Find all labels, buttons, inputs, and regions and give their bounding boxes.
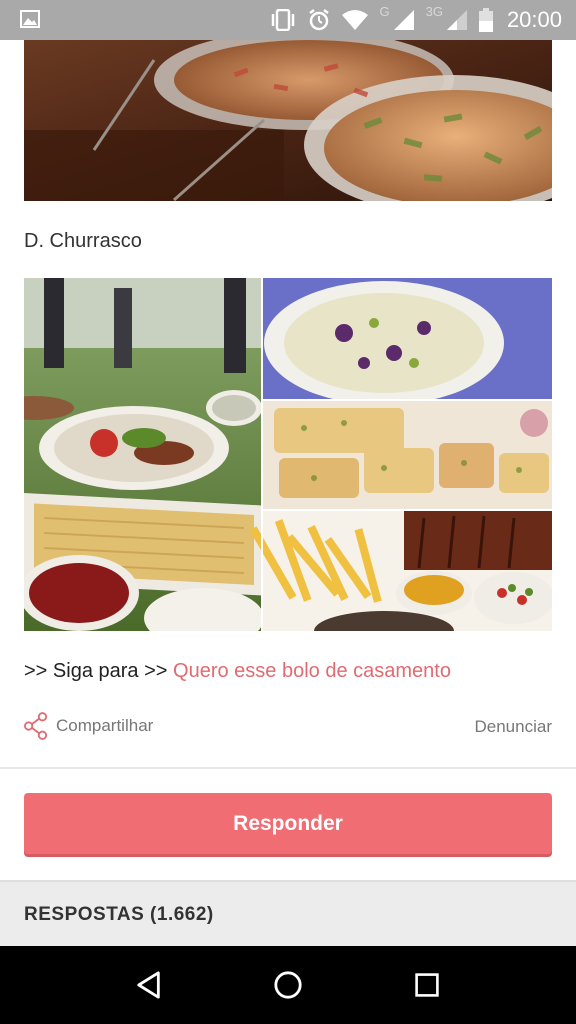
reply-button[interactable]: Responder — [24, 793, 552, 854]
churrasco-collage-graphic — [24, 278, 552, 631]
network-type-label-secondary: 3G — [425, 3, 443, 19]
status-clock: 20:00 — [506, 7, 562, 32]
home-icon — [274, 971, 302, 999]
divider — [0, 767, 576, 769]
image-icon — [20, 10, 40, 28]
share-icon — [24, 712, 48, 740]
follow-link[interactable]: Quero esse bolo de casamento — [173, 660, 451, 682]
replies-count-title: RESPOSTAS (1.662) — [24, 904, 214, 925]
vibrate-icon — [272, 9, 295, 31]
section-title: D. Churrasco — [24, 230, 142, 252]
post-photo-churrasco-collage[interactable] — [24, 278, 552, 631]
recents-button[interactable] — [407, 965, 447, 1005]
signal-icon — [393, 10, 414, 30]
follow-line: >> Siga para >> Quero esse bolo de casam… — [24, 660, 451, 683]
alarm-icon — [309, 9, 330, 31]
post-actions-row: Compartilhar Denunciar — [24, 712, 552, 744]
report-link[interactable]: Denunciar — [475, 717, 553, 737]
navigation-bar — [0, 946, 576, 1024]
post-content[interactable]: D. Churrasco >> Siga para >> Quero esse … — [0, 40, 576, 946]
share-button[interactable]: Compartilhar — [24, 712, 153, 740]
post-photo-buffet[interactable] — [24, 40, 552, 201]
replies-header: RESPOSTAS (1.662) — [0, 880, 576, 946]
back-button[interactable] — [129, 965, 169, 1005]
back-icon — [137, 971, 161, 999]
wifi-icon — [342, 10, 369, 30]
follow-prefix: >> Siga para >> — [24, 660, 174, 682]
home-button[interactable] — [268, 965, 308, 1005]
status-bar: G 3G 20:00 — [0, 0, 576, 40]
network-type-label: G — [379, 3, 390, 19]
recents-icon — [414, 973, 439, 997]
signal-icon-secondary — [446, 10, 467, 30]
share-label: Compartilhar — [56, 716, 154, 735]
buffet-photo-graphic — [24, 40, 552, 201]
battery-icon — [478, 8, 493, 32]
